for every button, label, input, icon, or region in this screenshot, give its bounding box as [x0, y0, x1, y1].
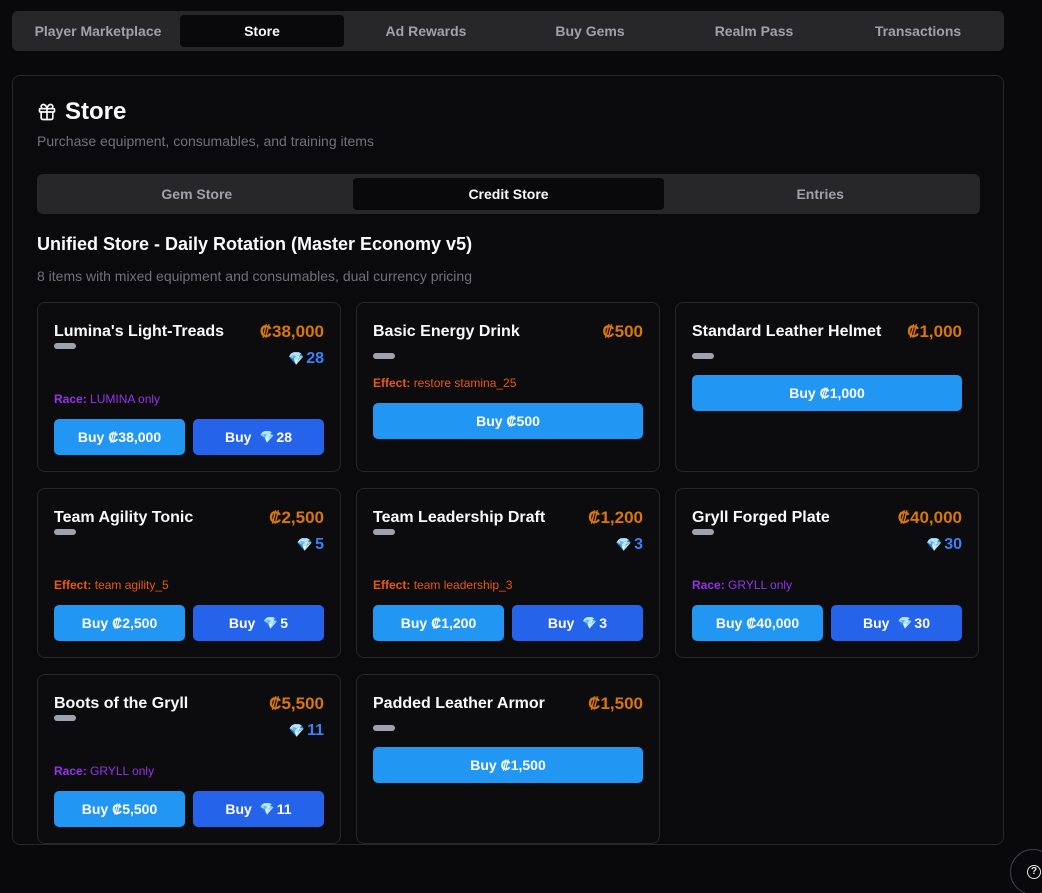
buy-credits-button[interactable]: Buy ₡1,000 — [692, 375, 962, 411]
buy-credits-button[interactable]: Buy ₡1,200 — [373, 605, 504, 641]
item-name: Lumina's Light-Treads — [54, 323, 225, 340]
top-navigation: Player Marketplace Store Ad Rewards Buy … — [12, 11, 1004, 51]
rarity-pill — [692, 353, 714, 359]
gem-price: 💎 3 — [615, 536, 643, 553]
item-name: Gryll Forged Plate — [692, 509, 830, 526]
gem-icon: 💎 — [259, 802, 275, 816]
gem-icon: 💎 — [897, 616, 913, 630]
store-item-card: Standard Leather Helmet ₡1,000 Buy ₡1,00… — [675, 302, 979, 472]
buy-credits-button[interactable]: Buy ₡2,500 — [54, 605, 185, 641]
store-subtabs: Gem Store Credit Store Entries — [37, 174, 980, 214]
item-restriction: Race: GRYLL only — [692, 578, 793, 592]
item-grid: Lumina's Light-Treads ₡38,000 💎 28 Race: … — [37, 302, 980, 844]
tab-entries[interactable]: Entries — [664, 178, 976, 210]
item-effect: Effect: team leadership_3 — [373, 578, 513, 592]
store-item-card: Basic Energy Drink ₡500 Effect: restore … — [356, 302, 660, 472]
section-subtitle: 8 items with mixed equipment and consuma… — [37, 268, 472, 284]
help-button[interactable]: ? — [1010, 849, 1042, 893]
tab-buy-gems[interactable]: Buy Gems — [508, 15, 672, 47]
credit-price: ₡40,000 — [897, 508, 962, 527]
credit-price: ₡1,500 — [588, 694, 643, 713]
store-item-card: Padded Leather Armor ₡1,500 Buy ₡1,500 — [356, 674, 660, 844]
buy-credits-button[interactable]: Buy ₡500 — [373, 403, 643, 439]
buy-gems-button[interactable]: Buy 💎 5 — [193, 605, 324, 641]
gem-icon: 💎 — [926, 537, 943, 552]
page-title: Store — [65, 98, 127, 125]
item-effect: Effect: restore stamina_25 — [373, 376, 517, 390]
gem-icon: 💎 — [582, 616, 598, 630]
buy-gems-button[interactable]: Buy 💎 28 — [193, 419, 324, 455]
tab-ad-rewards[interactable]: Ad Rewards — [344, 15, 508, 47]
item-name: Padded Leather Armor — [373, 695, 545, 712]
gem-price: 💎 11 — [288, 722, 324, 739]
item-restriction: Race: LUMINA only — [54, 392, 161, 406]
store-item-card: Boots of the Gryll ₡5,500 💎 11 Race: GRYL… — [37, 674, 341, 844]
gem-icon: 💎 — [259, 430, 275, 444]
buy-credits-button[interactable]: Buy ₡38,000 — [54, 419, 185, 455]
buy-credits-button[interactable]: Buy ₡1,500 — [373, 747, 643, 783]
item-name: Team Agility Tonic — [54, 509, 194, 526]
buy-gems-button[interactable]: Buy 💎 3 — [512, 605, 643, 641]
credit-price: ₡1,200 — [588, 508, 643, 527]
item-effect: Effect: team agility_5 — [54, 578, 169, 592]
store-item-card: Team Agility Tonic ₡2,500 💎 5 Effect: tea… — [37, 488, 341, 658]
tab-transactions[interactable]: Transactions — [836, 15, 1000, 47]
gem-price: 💎 30 — [926, 536, 962, 553]
credit-price: ₡38,000 — [259, 322, 324, 341]
tab-player-marketplace[interactable]: Player Marketplace — [16, 15, 180, 47]
page-subtitle: Purchase equipment, consumables, and tra… — [37, 133, 374, 149]
item-name: Basic Energy Drink — [373, 323, 520, 340]
section-title: Unified Store - Daily Rotation (Master E… — [37, 234, 473, 254]
store-item-card: Gryll Forged Plate ₡40,000 💎 30 Race: GRY… — [675, 488, 979, 658]
store-item-card: Team Leadership Draft ₡1,200 💎 3 Effect: … — [356, 488, 660, 658]
buy-gems-button[interactable]: Buy 💎 30 — [831, 605, 962, 641]
gem-price: 💎 28 — [288, 350, 324, 367]
gem-price: 💎 5 — [296, 536, 324, 553]
item-restriction: Race: GRYLL only — [54, 764, 155, 778]
tab-store[interactable]: Store — [180, 15, 344, 47]
credit-price: ₡1,000 — [907, 322, 962, 341]
gem-icon: 💎 — [263, 616, 279, 630]
buy-credits-button[interactable]: Buy ₡5,500 — [54, 791, 185, 827]
credit-price: ₡2,500 — [269, 508, 324, 527]
store-header: Store — [37, 98, 126, 126]
credit-price: ₡5,500 — [269, 694, 324, 713]
buy-credits-button[interactable]: Buy ₡40,000 — [692, 605, 823, 641]
item-name: Boots of the Gryll — [54, 695, 189, 712]
rarity-pill — [373, 353, 395, 359]
buy-gems-button[interactable]: Buy 💎 11 — [193, 791, 324, 827]
gem-icon: 💎 — [296, 537, 314, 552]
gem-icon: 💎 — [615, 537, 633, 552]
tab-credit-store[interactable]: Credit Store — [352, 178, 665, 210]
gift-icon — [38, 103, 56, 121]
help-circle-icon: ? — [1027, 865, 1041, 879]
credit-price: ₡500 — [602, 322, 643, 341]
store-item-card: Lumina's Light-Treads ₡38,000 💎 28 Race: … — [37, 302, 341, 472]
tab-realm-pass[interactable]: Realm Pass — [672, 15, 836, 47]
gem-icon: 💎 — [288, 351, 305, 366]
gem-icon: 💎 — [288, 723, 306, 738]
item-name: Team Leadership Draft — [373, 509, 546, 526]
tab-gem-store[interactable]: Gem Store — [41, 178, 353, 210]
store-panel: Store Purchase equipment, consumables, a… — [12, 75, 1004, 845]
rarity-pill — [373, 725, 395, 731]
item-name: Standard Leather Helmet — [692, 323, 882, 340]
